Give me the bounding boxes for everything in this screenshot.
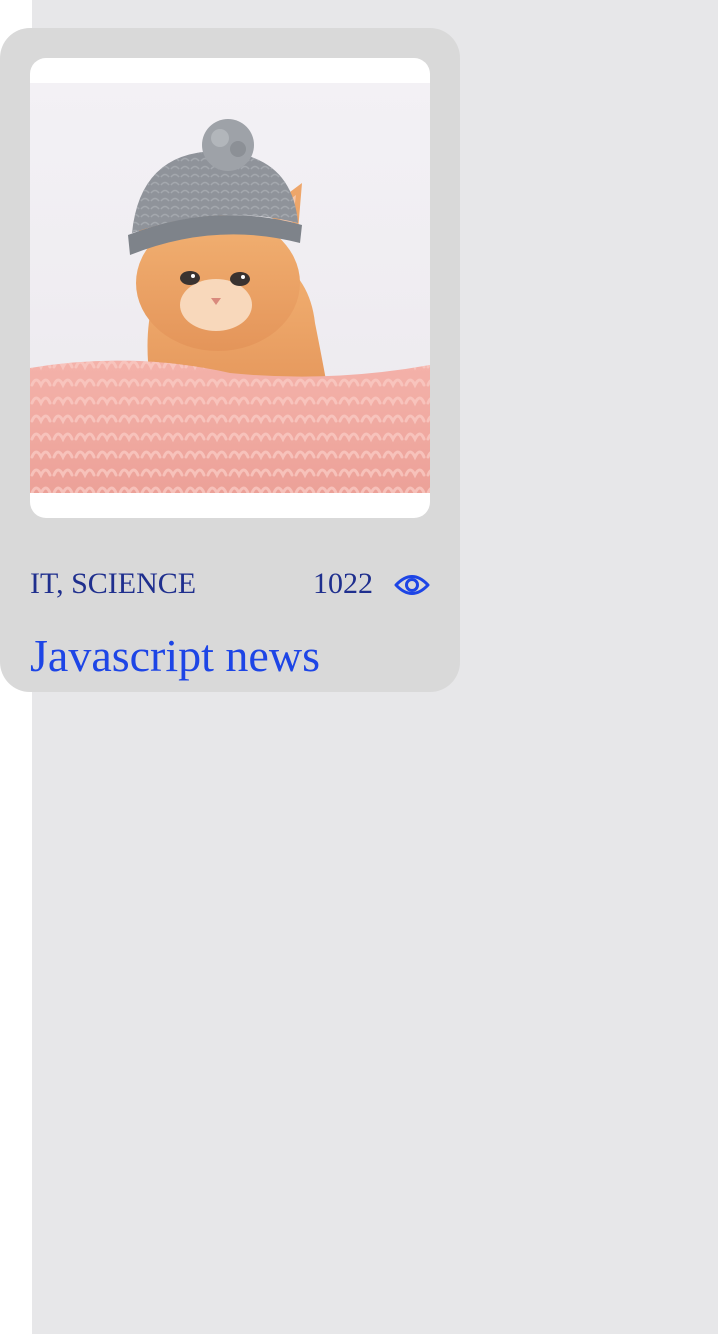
- article-image-frame[interactable]: [30, 58, 430, 518]
- eye-icon: [394, 575, 430, 595]
- views-count: 1022: [313, 567, 373, 600]
- article-image: [30, 83, 430, 493]
- article-card[interactable]: IT, SCIENCE 1022 Javascript news: [0, 28, 460, 692]
- article-meta: IT, SCIENCE 1022: [30, 558, 430, 610]
- article-title[interactable]: Javascript news: [30, 628, 320, 684]
- page: IT, SCIENCE 1022 Javascript news: [0, 0, 718, 1334]
- category-label[interactable]: IT, SCIENCE: [30, 566, 230, 602]
